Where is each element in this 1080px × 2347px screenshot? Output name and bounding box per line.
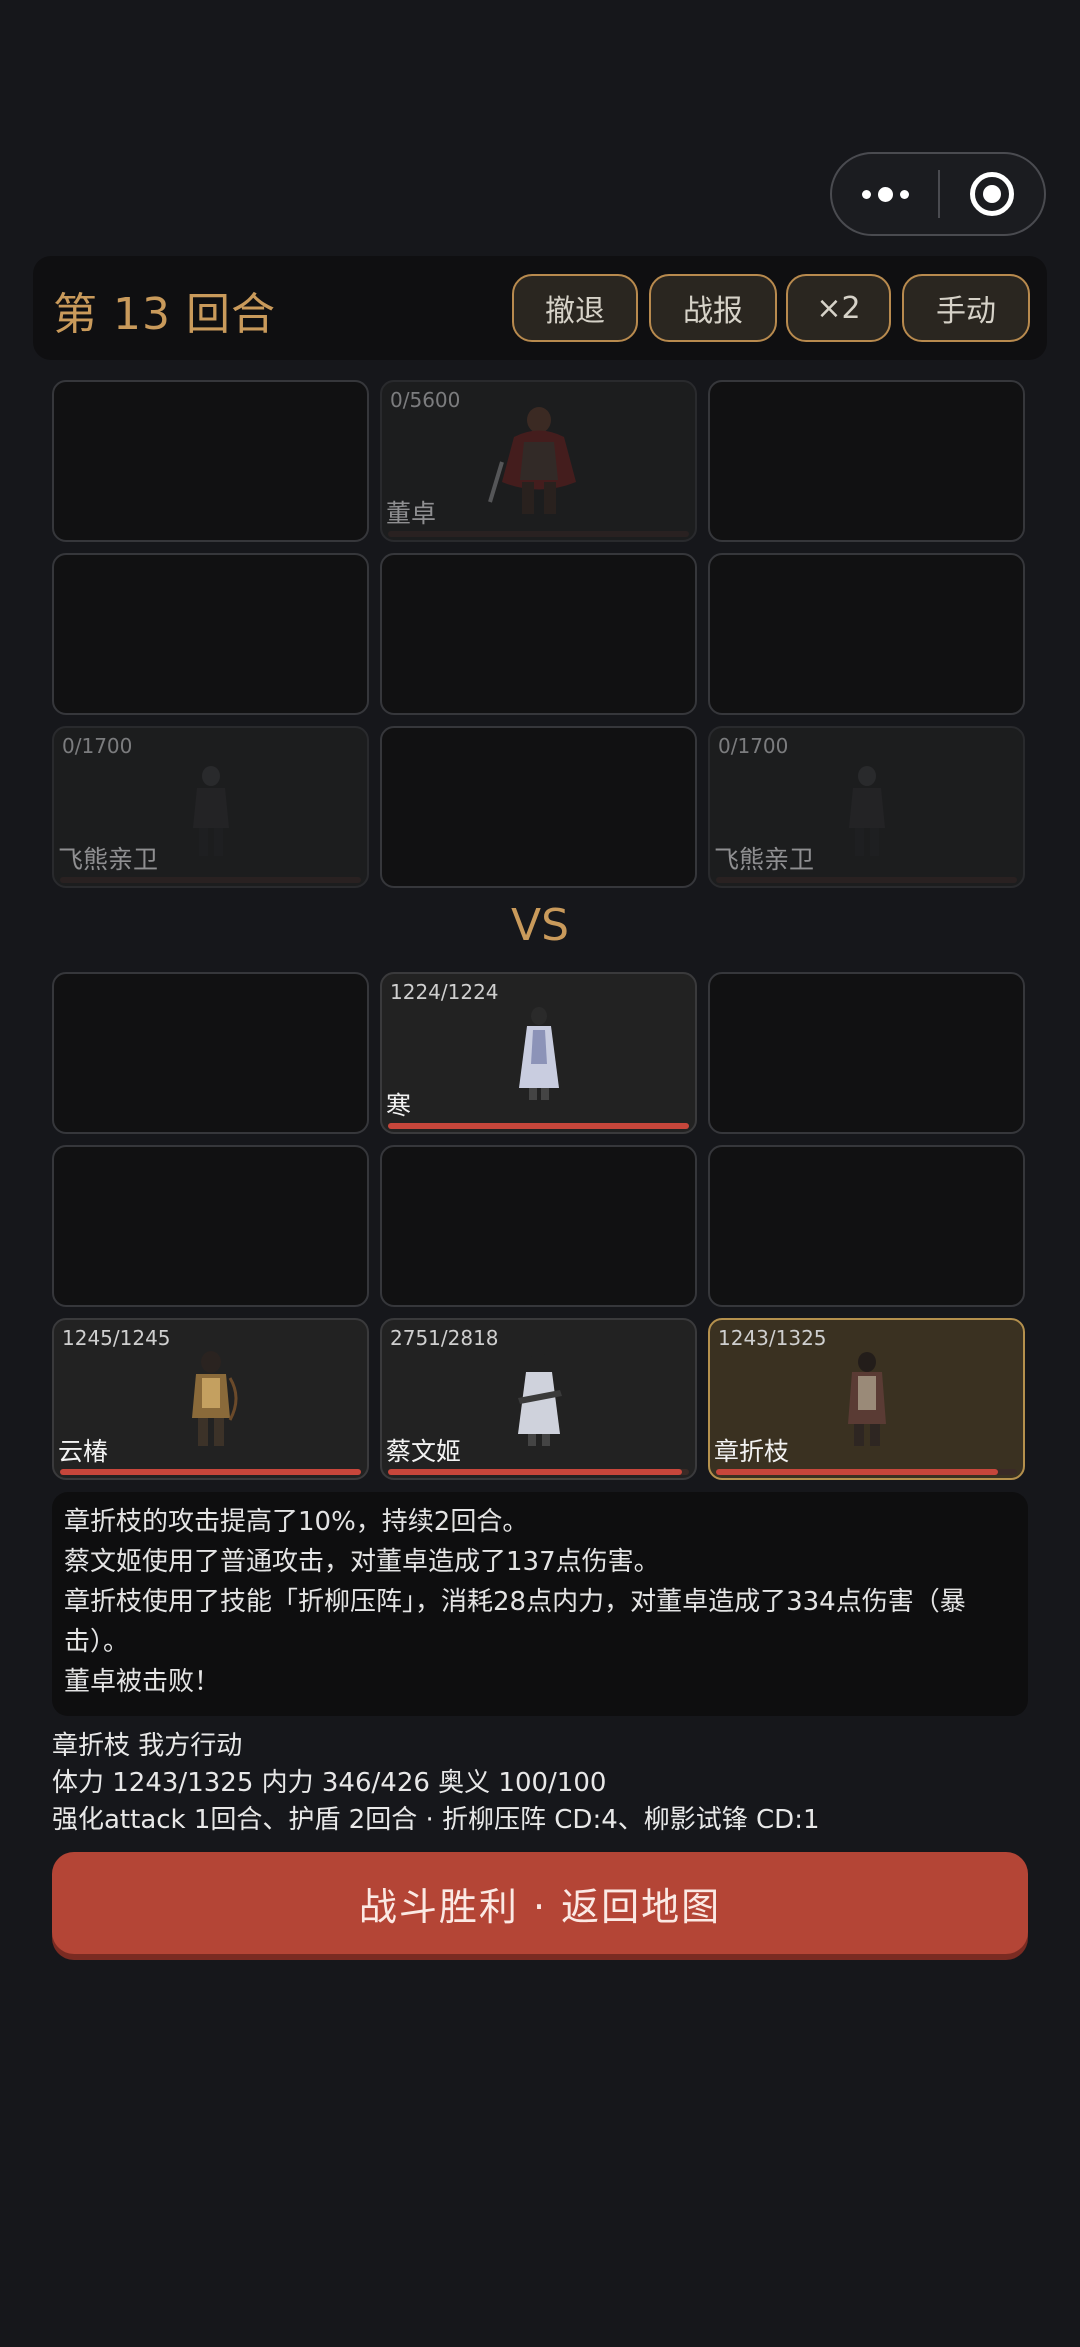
ally-slot-empty — [52, 972, 369, 1134]
active-unit-status: 章折枝 我方行动 体力 1243/1325 内力 346/426 奥义 100/… — [52, 1728, 1032, 1839]
more-dot-icon — [899, 189, 909, 199]
ally-unit-zhangzhezhi[interactable]: 1243/1325 章折枝 — [708, 1318, 1025, 1480]
unit-hp-text: 2751/2818 — [390, 1326, 499, 1350]
hp-bar — [60, 1469, 361, 1475]
hp-bar — [716, 877, 1017, 883]
unit-hp-text: 0/5600 — [390, 388, 461, 412]
log-line: 章折枝的攻击提高了10%，持续2回合。 — [64, 1507, 529, 1537]
enemy-unit-feixiong-guard[interactable]: 0/1700 飞熊亲卫 — [52, 726, 369, 888]
enemy-unit-dongzhuo[interactable]: 0/5600 董卓 — [380, 380, 697, 542]
unit-hp-text: 1243/1325 — [718, 1326, 827, 1350]
hp-bar — [60, 877, 361, 883]
hero-sprite — [191, 1351, 237, 1446]
enemy-slot-empty — [380, 726, 697, 888]
retreat-button[interactable]: 撤退 — [512, 274, 638, 342]
unit-hp-text: 1224/1224 — [390, 980, 499, 1004]
unit-name: 蔡文姬 — [386, 1437, 462, 1466]
ally-slot-empty — [380, 1145, 697, 1307]
more-options-button[interactable] — [832, 154, 938, 234]
unit-hp-text: 0/1700 — [718, 734, 789, 758]
enemy-slot-empty — [708, 380, 1025, 542]
vs-divider: VS — [510, 900, 570, 951]
battle-report-button[interactable]: 战报 — [649, 274, 777, 342]
target-icon — [970, 172, 1014, 216]
active-unit-buffs: 强化attack 1回合、护盾 2回合 · 折柳压阵 CD:4、柳影试锋 CD:… — [52, 1805, 820, 1835]
enemy-unit-feixiong-guard[interactable]: 0/1700 飞熊亲卫 — [708, 726, 1025, 888]
unit-hp-text: 1245/1245 — [62, 1326, 171, 1350]
enemy-slot-empty — [52, 380, 369, 542]
battle-header: 第 13 回合 撤退 战报 ×2 手动 — [33, 256, 1047, 360]
hp-bar — [716, 1469, 1017, 1475]
miniprogram-capsule — [830, 152, 1046, 236]
unit-name: 飞熊亲卫 — [714, 845, 815, 874]
unit-hp-text: 0/1700 — [62, 734, 133, 758]
enemy-slot-empty — [708, 553, 1025, 715]
battle-log: 章折枝的攻击提高了10%，持续2回合。 蔡文姬使用了普通攻击，对董卓造成了137… — [52, 1492, 1028, 1716]
victory-return-button[interactable]: 战斗胜利 · 返回地图 — [52, 1852, 1028, 1954]
hero-sprite — [518, 1007, 559, 1100]
log-line: 章折枝使用了技能「折柳压阵」，消耗28点内力，对董卓造成了334点伤害（暴击）。 — [64, 1587, 966, 1657]
ally-unit-yunchun[interactable]: 1245/1245 云椿 — [52, 1318, 369, 1480]
more-dot-icon — [877, 186, 893, 202]
close-miniprogram-button[interactable] — [940, 172, 1044, 216]
ally-slot-empty — [708, 972, 1025, 1134]
enemy-slot-empty — [380, 553, 697, 715]
round-counter: 第 13 回合 — [53, 289, 276, 340]
hp-bar — [388, 1469, 689, 1475]
ally-unit-caiwenji[interactable]: 2751/2818 蔡文姬 — [380, 1318, 697, 1480]
soldier-sprite — [192, 766, 229, 856]
log-line: 董卓被击败！ — [64, 1667, 221, 1697]
hp-bar — [388, 1123, 689, 1129]
unit-name: 寒 — [386, 1091, 412, 1120]
hero-sprite — [517, 1352, 562, 1446]
unit-name: 章折枝 — [714, 1437, 790, 1466]
active-unit-turn: 章折枝 我方行动 — [52, 1731, 243, 1761]
hero-sprite — [847, 1352, 886, 1446]
ally-slot-empty — [708, 1145, 1025, 1307]
unit-name: 云椿 — [58, 1437, 109, 1466]
unit-name: 董卓 — [386, 499, 437, 528]
manual-mode-button[interactable]: 手动 — [902, 274, 1030, 342]
soldier-sprite — [848, 766, 885, 856]
active-unit-stats: 体力 1243/1325 内力 346/426 奥义 100/100 — [52, 1768, 607, 1798]
speed-button[interactable]: ×2 — [786, 274, 891, 342]
general-sprite — [487, 407, 576, 514]
log-line: 蔡文姬使用了普通攻击，对董卓造成了137点伤害。 — [64, 1547, 660, 1577]
more-dot-icon — [861, 189, 871, 199]
hp-bar — [388, 531, 689, 537]
enemy-slot-empty — [52, 553, 369, 715]
ally-slot-empty — [52, 1145, 369, 1307]
unit-name: 飞熊亲卫 — [58, 845, 159, 874]
ally-unit-han[interactable]: 1224/1224 寒 — [380, 972, 697, 1134]
